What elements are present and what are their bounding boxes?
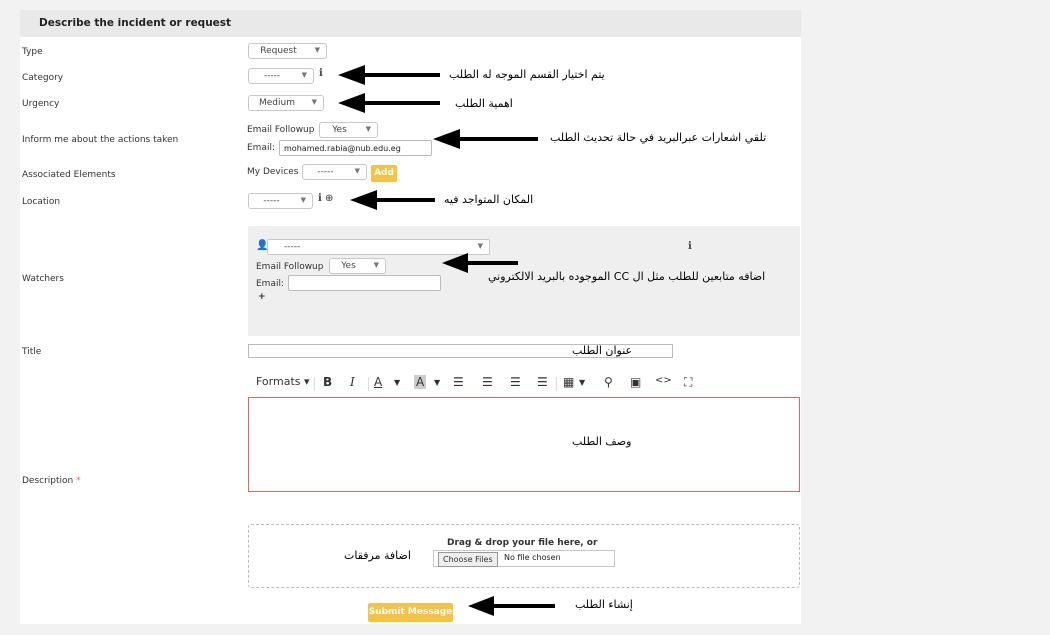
location-arrowhead — [350, 190, 377, 210]
inform-arrowhead — [433, 129, 460, 149]
title-annotation: عنوان الطلب — [572, 344, 633, 357]
urgency-arrowhead — [338, 93, 365, 113]
urgency-annotation: اهمية الطلب — [455, 97, 513, 110]
submit-arrowhead — [468, 596, 494, 616]
inform-annotation: تلقي اشعارات عبرالبريد في حالة تحديث الط… — [550, 131, 767, 144]
attachments-annotation: اضافة مرفقات — [344, 549, 411, 562]
category-annotation: يتم اختيار القسم الموجه له الطلب — [449, 68, 605, 81]
submit-annotation: إنشاء الطلب — [575, 598, 633, 611]
annotation-arrows — [338, 65, 555, 616]
watchers-arrowhead — [442, 253, 468, 273]
location-annotation: المكان المتواجد فيه — [444, 193, 534, 206]
watchers-annotation: اضافه متابعين للطلب مثل ال CC الموجوده ب… — [488, 270, 766, 283]
description-annotation: وصف الطلب — [572, 435, 632, 448]
category-arrowhead — [338, 65, 365, 85]
